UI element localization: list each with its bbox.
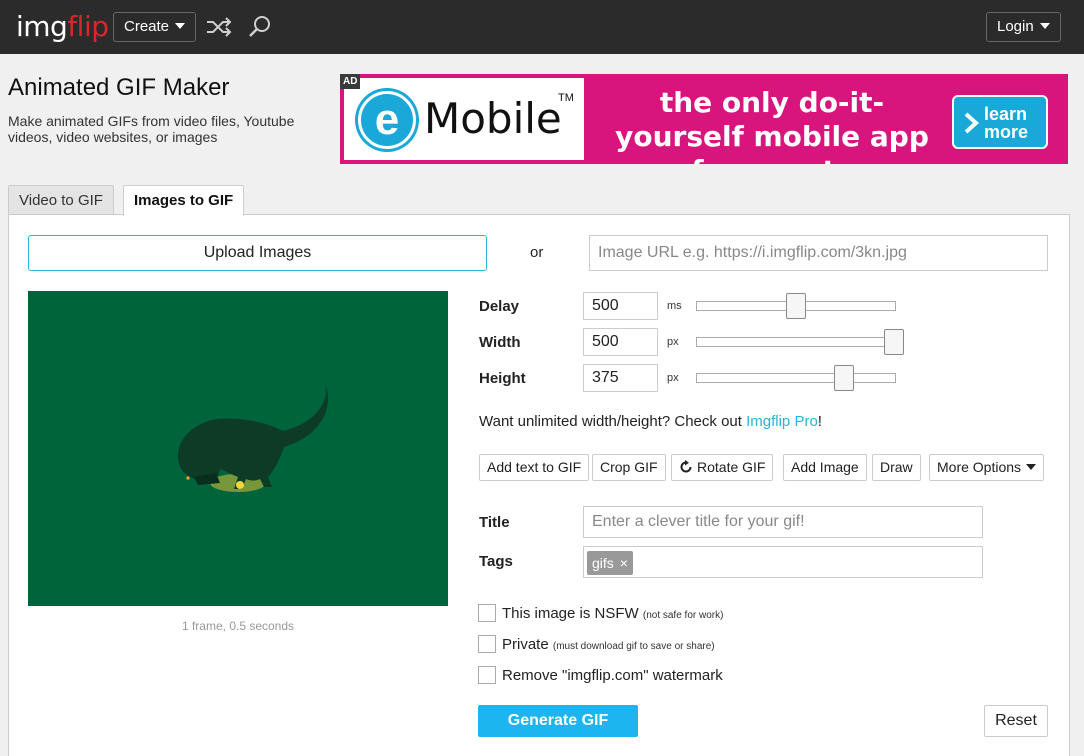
watermark-checkbox[interactable]	[478, 666, 496, 684]
tag-remove-icon[interactable]: ×	[620, 555, 628, 571]
preview-caption: 1 frame, 0.5 seconds	[181, 619, 295, 633]
logo-text-img: img	[16, 10, 68, 43]
dinosaur-image	[178, 383, 329, 492]
delay-label: Delay	[479, 298, 520, 315]
chevron-right-icon	[964, 112, 979, 134]
page-title: Animated GIF Maker	[8, 74, 230, 101]
tags-label: Tags	[479, 553, 513, 570]
tab-video-to-gif[interactable]: Video to GIF	[8, 185, 114, 215]
crop-gif-button[interactable]: Crop GIF	[592, 454, 666, 481]
watermark-option[interactable]: Remove "imgflip.com" watermark	[478, 666, 723, 684]
create-menu-button[interactable]: Create	[113, 12, 197, 42]
ad-banner[interactable]: AD e Mobile TM the only do-it-yourself m…	[340, 74, 1068, 164]
delay-input[interactable]	[583, 292, 658, 320]
private-label: Private	[502, 636, 549, 653]
top-navbar: imgflip Create Login	[0, 0, 1084, 54]
width-unit: px	[667, 336, 679, 348]
width-label: Width	[479, 334, 521, 351]
tab-images-to-gif[interactable]: Images to GIF	[123, 185, 245, 216]
rotate-icon	[680, 460, 692, 473]
nsfw-option[interactable]: This image is NSFW (not safe for work)	[478, 604, 723, 622]
nsfw-label: This image is NSFW	[502, 605, 639, 622]
rotate-gif-label: Rotate GIF	[697, 459, 766, 475]
reset-button[interactable]: Reset	[984, 705, 1048, 737]
private-note: (must download gif to save or share)	[552, 641, 715, 652]
generate-gif-button[interactable]: Generate GIF	[478, 705, 638, 737]
add-text-button[interactable]: Add text to GIF	[479, 454, 590, 481]
page-description: Make animated GIFs from video files, You…	[8, 113, 295, 145]
height-input[interactable]	[583, 364, 658, 392]
ad-badge: AD	[340, 74, 361, 89]
add-image-button[interactable]: Add Image	[783, 454, 867, 481]
ad-brand: Mobile	[424, 94, 562, 143]
nsfw-note: (not safe for work)	[642, 610, 724, 621]
title-input[interactable]	[583, 506, 983, 538]
or-separator: or	[530, 244, 544, 261]
width-input[interactable]	[583, 328, 658, 356]
more-options-label: More Options	[937, 459, 1022, 475]
more-options-button[interactable]: More Options	[929, 454, 1045, 481]
ad-learn-more-button[interactable]: learn more	[952, 95, 1048, 149]
private-option[interactable]: Private (must download gif to save or sh…	[478, 635, 715, 653]
draw-button[interactable]: Draw	[872, 454, 921, 481]
tag-chip: gifs ×	[587, 551, 633, 575]
chevron-down-icon	[1039, 23, 1050, 29]
title-label: Title	[479, 514, 510, 531]
pro-upsell-suffix: !	[817, 413, 822, 430]
chevron-down-icon	[1026, 464, 1037, 470]
height-slider[interactable]	[696, 373, 896, 383]
image-url-input[interactable]	[589, 235, 1048, 271]
emobile-logo-icon: e	[358, 91, 416, 149]
upload-images-button[interactable]: Upload Images	[28, 235, 487, 271]
search-icon[interactable]	[246, 14, 274, 40]
width-slider-handle[interactable]	[884, 329, 904, 355]
nsfw-checkbox[interactable]	[478, 604, 496, 622]
chevron-down-icon	[175, 23, 186, 29]
ad-trademark: TM	[558, 92, 574, 104]
private-checkbox[interactable]	[478, 635, 496, 653]
gif-preview	[28, 291, 448, 606]
create-label: Create	[124, 18, 170, 35]
height-unit: px	[667, 372, 679, 384]
ad-tagline: the only do-it-yourself mobile app for e…	[615, 86, 929, 164]
height-slider-handle[interactable]	[834, 365, 854, 391]
watermark-label: Remove "imgflip.com" watermark	[502, 667, 723, 684]
ad-cta-label: learn more	[984, 104, 1029, 142]
delay-unit: ms	[667, 300, 682, 312]
logo-text-flip: flip	[67, 10, 109, 43]
height-label: Height	[479, 370, 526, 387]
shuffle-icon[interactable]	[205, 14, 233, 40]
tag-chip-label: gifs	[592, 555, 614, 571]
tags-input[interactable]: gifs ×	[583, 546, 983, 578]
imgflip-logo[interactable]: imgflip	[16, 10, 109, 43]
rotate-gif-button[interactable]: Rotate GIF	[671, 454, 774, 481]
delay-slider-handle[interactable]	[786, 293, 806, 319]
login-label: Login	[997, 18, 1034, 35]
imgflip-pro-link[interactable]: Imgflip Pro	[746, 413, 818, 430]
pro-upsell: Want unlimited width/height? Check out I…	[479, 413, 822, 430]
login-menu-button[interactable]: Login	[986, 12, 1061, 42]
width-slider[interactable]	[696, 337, 896, 347]
pro-upsell-text: Want unlimited width/height? Check out	[479, 413, 747, 430]
